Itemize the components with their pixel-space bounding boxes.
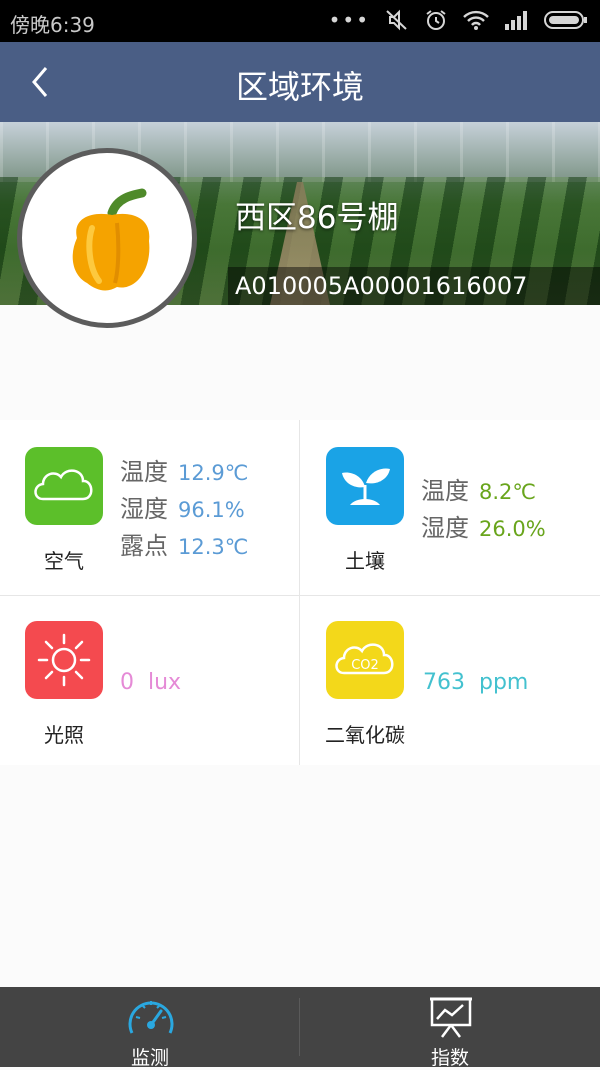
greenhouse-code: A010005A00001616007 xyxy=(235,272,528,300)
soil-humidity-value: 26.0% xyxy=(479,517,546,541)
air-dewpoint-name: 露点 xyxy=(120,532,168,560)
co2-unit: ppm xyxy=(479,670,529,695)
grid-divider-vertical xyxy=(299,420,300,765)
sprout-icon xyxy=(342,468,390,505)
co2-value: 763 xyxy=(423,670,465,695)
more-dots: ••• xyxy=(328,8,370,32)
soil-readings: 温度 8.2℃ 湿度 26.0% xyxy=(421,473,546,547)
light-value: 0 xyxy=(120,670,134,695)
status-bar: 傍晚6:39 ••• xyxy=(0,0,600,42)
mute-icon xyxy=(386,9,407,31)
air-humidity-value: 96.1% xyxy=(178,498,245,522)
co2-cloud-icon: CO2 xyxy=(335,643,394,675)
tab-index[interactable]: 指数 xyxy=(300,987,600,1069)
air-dewpoint-value: 12.3℃ xyxy=(178,535,249,559)
greenhouse-name: 西区86号棚 xyxy=(235,200,399,236)
crop-avatar xyxy=(17,148,197,328)
wifi-icon xyxy=(463,10,489,30)
bell-pepper-icon xyxy=(72,188,150,291)
air-humidity-name: 湿度 xyxy=(120,495,168,523)
air-humidity-row: 湿度 96.1% xyxy=(120,491,248,528)
air-readings: 温度 12.9℃ 湿度 96.1% 露点 12.3℃ xyxy=(120,454,248,565)
soil-temp-value: 8.2℃ xyxy=(479,480,536,504)
status-time: 傍晚6:39 xyxy=(10,13,95,37)
soil-humidity-name: 湿度 xyxy=(421,514,469,542)
battery-icon xyxy=(544,11,587,29)
light-tile xyxy=(25,621,103,699)
signal-icon xyxy=(505,11,527,30)
status-icons: ••• xyxy=(329,8,588,32)
soil-humidity-row: 湿度 26.0% xyxy=(421,510,546,547)
air-label: 空气 xyxy=(44,549,84,573)
soil-label: 土壤 xyxy=(345,549,385,573)
tab-index-label: 指数 xyxy=(430,1047,469,1069)
gauge-icon xyxy=(128,1001,174,1034)
soil-tile xyxy=(326,447,404,525)
page-title: 区域环境 xyxy=(235,68,364,106)
alarm-icon xyxy=(426,10,446,30)
co2-label: 二氧化碳 xyxy=(325,723,405,747)
air-tile xyxy=(25,447,103,525)
co2-icon-text: CO2 xyxy=(351,658,379,673)
grid-divider-horizontal xyxy=(0,595,600,596)
air-temp-name: 温度 xyxy=(120,458,168,486)
air-temp-value: 12.9℃ xyxy=(178,461,249,485)
co2-tile: CO2 xyxy=(326,621,404,699)
chart-board-icon xyxy=(430,997,472,1038)
air-dewpoint-row: 露点 12.3℃ xyxy=(120,528,248,565)
tab-monitor-label: 监测 xyxy=(130,1047,169,1069)
light-unit: lux xyxy=(148,670,182,695)
tab-monitor[interactable]: 监测 xyxy=(0,987,300,1069)
light-label: 光照 xyxy=(44,723,84,747)
soil-temp-name: 温度 xyxy=(421,477,469,505)
soil-temp-row: 温度 8.2℃ xyxy=(421,473,546,510)
title-bar: 区域环境 xyxy=(0,42,600,122)
sun-icon xyxy=(37,633,91,687)
air-temp-row: 温度 12.9℃ xyxy=(120,454,248,491)
co2-reading: 763 ppm xyxy=(423,670,528,695)
light-reading: 0 lux xyxy=(120,670,181,695)
cloud-icon xyxy=(34,469,93,501)
